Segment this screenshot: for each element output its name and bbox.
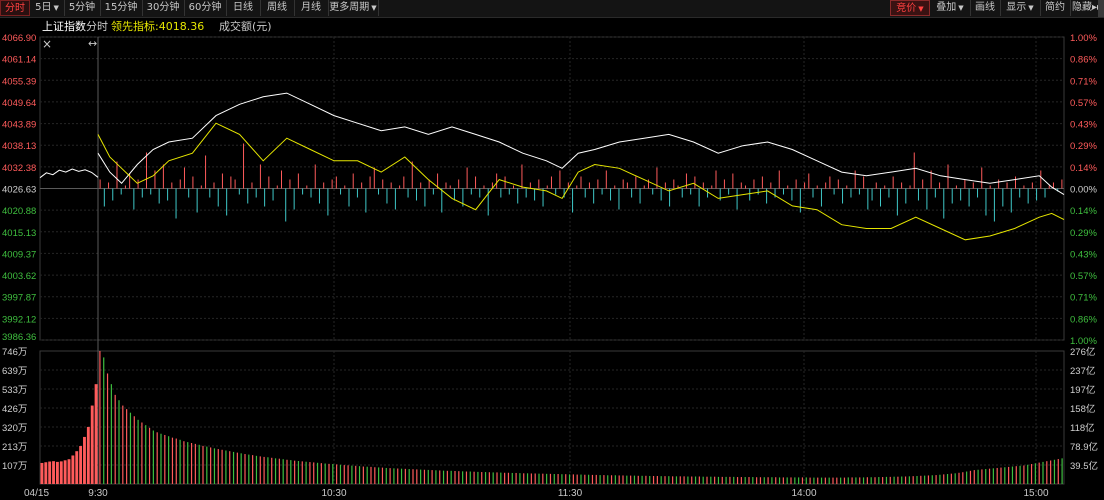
auction-volume-bar	[83, 436, 86, 484]
price-axis-label: 4020.88	[2, 206, 36, 217]
volume-axis-label: 533万	[2, 385, 27, 396]
index-name: 上证指数	[42, 19, 86, 33]
price-axis-label: 4049.64	[2, 98, 36, 109]
volume-axis-label: 197亿	[1070, 384, 1095, 396]
volume-axis-label: 118亿	[1070, 422, 1095, 434]
price-axis-label: 3992.12	[2, 314, 36, 325]
price-axis-label: 4055.39	[2, 76, 36, 87]
auction-volume-bar	[44, 462, 48, 484]
auction-volume-bar	[86, 426, 90, 484]
mode-label: 分时	[86, 20, 108, 33]
scroll-handle	[1098, 0, 1104, 17]
pct-axis-label: 0.71%	[1070, 76, 1097, 87]
pct-axis-label: 0.43%	[1070, 249, 1097, 260]
auction-volume-bar	[94, 384, 98, 484]
price-axis-label: 4003.62	[2, 271, 36, 282]
resize-icon: ↔	[88, 37, 97, 50]
price-axis-label: 3997.87	[2, 293, 36, 304]
pct-axis-label: 0.57%	[1070, 98, 1097, 109]
auction-volume-bar	[67, 459, 71, 484]
pct-axis-label: 1.00%	[1070, 336, 1097, 347]
pct-axis-label: 0.00%	[1070, 185, 1097, 196]
volume-axis-label: 158亿	[1070, 403, 1095, 415]
leading-indicator-label: 领先指标:4018.36	[111, 19, 204, 33]
volume-axis-label: 78.9亿	[1070, 441, 1098, 453]
price-axis-label: 4009.37	[2, 249, 36, 260]
auction-volume-bar	[75, 451, 79, 484]
price-axis-label: 4015.13	[2, 228, 36, 239]
auction-volume-bar	[59, 461, 63, 484]
pct-axis-label: 0.29%	[1070, 141, 1097, 152]
pct-axis-label: 0.86%	[1070, 55, 1097, 66]
date-label: 04/15	[24, 488, 49, 499]
auction-volume-bar	[48, 461, 52, 484]
price-axis-label: 4038.13	[2, 141, 36, 152]
auction-volume-bar	[55, 461, 59, 484]
volume-unit-label: 成交额(元)	[219, 19, 272, 33]
time-axis-label: 11:30	[558, 488, 583, 499]
pct-axis-label: 0.29%	[1070, 228, 1097, 239]
time-axis-label: 10:30	[321, 488, 346, 499]
price-axis-label: 3986.36	[2, 332, 36, 343]
auction-price-line	[39, 168, 99, 179]
volume-axis-label: 320万	[2, 423, 27, 434]
close-icon: ×	[42, 37, 52, 51]
price-axis-label: 4066.90	[2, 33, 36, 44]
pct-axis-label: 0.14%	[1070, 206, 1097, 217]
intraday-chart[interactable]: 4066.90 4061.14 4055.39 4049.64 4043.89 4038.…	[0, 0, 1104, 500]
volume-axis-label: 276亿	[1070, 346, 1095, 358]
pct-axis-label: 1.00%	[1070, 33, 1097, 44]
pct-axis-label: 0.14%	[1070, 163, 1097, 174]
volume-panel-frame	[39, 350, 1065, 485]
price-axis-label: 4043.89	[2, 120, 36, 131]
time-axis-label: 14:00	[791, 488, 816, 499]
auction-volume-bar	[52, 461, 55, 484]
time-axis-label: 15:00	[1023, 488, 1048, 499]
price-axis-label: 4061.14	[2, 55, 36, 66]
volume-axis-label: 39.5亿	[1070, 460, 1098, 472]
volume-axis-label: 237亿	[1070, 365, 1095, 377]
auction-volume-bar	[79, 446, 83, 484]
volume-axis-label: 426万	[2, 404, 27, 415]
volume-axis-label: 746万	[2, 347, 27, 358]
pct-axis-label: 0.86%	[1070, 314, 1097, 325]
auction-volume-bar	[63, 460, 67, 484]
auction-volume-bar	[71, 455, 75, 484]
auction-volume-bar	[40, 462, 44, 484]
volume-axis-label: 107万	[2, 461, 27, 472]
time-axis-label: 9:30	[88, 488, 108, 499]
pct-axis-label: 0.71%	[1070, 293, 1097, 304]
pct-axis-label: 0.43%	[1070, 120, 1097, 131]
volume-axis-label: 639万	[2, 366, 27, 377]
auction-volume-bar	[90, 405, 94, 484]
pct-axis-label: 0.57%	[1070, 271, 1097, 282]
volume-axis-label: 213万	[2, 442, 27, 453]
price-axis-label: 4032.38	[2, 163, 36, 174]
price-axis-label: 4026.63	[2, 185, 36, 196]
